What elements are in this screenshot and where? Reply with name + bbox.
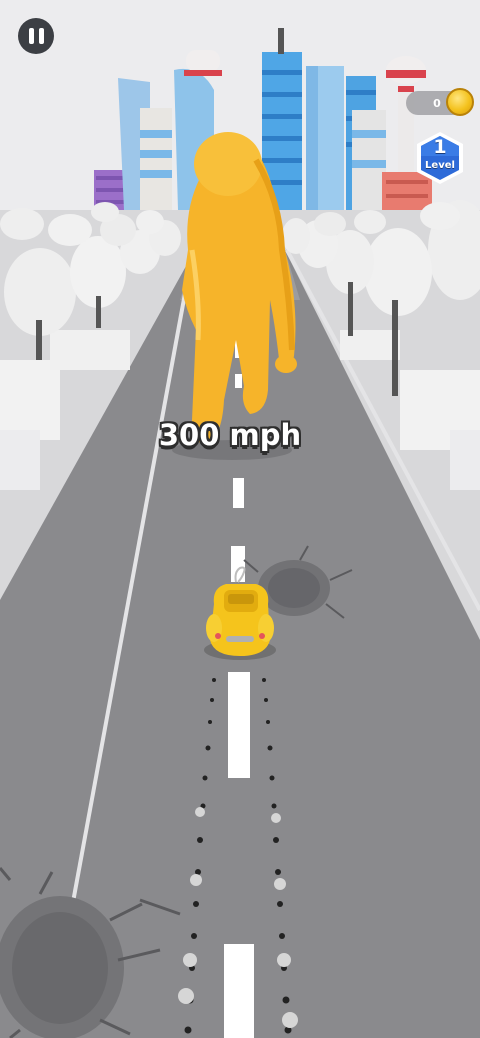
level-number: 1 [433, 136, 447, 158]
coin-icon [446, 88, 474, 116]
pause-button[interactable] [18, 18, 54, 54]
scene-graphics [0, 0, 480, 1038]
pause-icon [28, 28, 34, 44]
game-scene: 0 1 Level 300 mph [0, 0, 480, 1038]
coin-counter: 0 [406, 88, 474, 116]
speed-readout: 300 mph [158, 418, 302, 452]
level-label: Level [425, 160, 455, 171]
level-badge[interactable]: 1 Level [414, 130, 466, 186]
coin-count: 0 [433, 96, 441, 110]
